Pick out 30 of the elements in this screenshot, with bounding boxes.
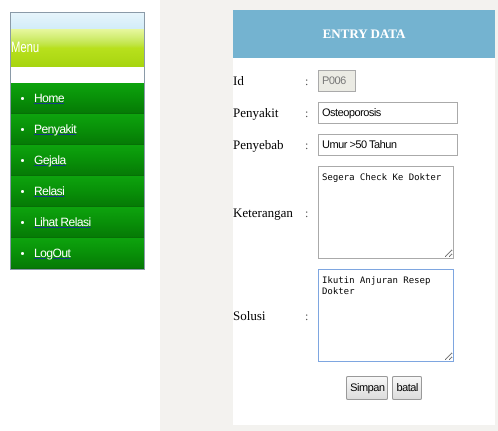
colon-separator: : [305,204,310,222]
text-area[interactable]: Segera Check Ke Dokter [318,166,454,259]
menu-item[interactable]: Gejala [11,145,144,176]
input-field[interactable]: Osteoporosis [318,102,458,124]
menu-item[interactable]: LogOut [11,238,144,269]
field-label: Solusi [233,306,267,325]
colon-separator: : [305,105,310,122]
bullet-icon [21,190,24,192]
colon-separator: : [305,137,310,154]
field-label: Penyakit [233,104,280,122]
bullet-icon [21,128,24,130]
menu-item[interactable]: Penyakit [11,114,144,145]
colon-separator: : [305,73,310,90]
field-label: Penyebab [233,136,285,154]
bullet-icon [21,96,24,100]
menu-title: Menu [11,38,40,58]
field-label: Keterangan [233,204,294,222]
form-button[interactable]: batal [392,376,422,400]
menu-item[interactable]: Lihat Relasi [11,207,144,238]
form-title: ENTRY DATA [322,25,406,44]
text-area[interactable]: Ikutin Anjuran Resep Dokter [318,269,454,362]
bullet-icon [21,220,24,224]
menu-item[interactable]: Relasi [11,176,144,207]
menu-item[interactable]: Home [11,83,144,114]
input-field[interactable]: Umur >50 Tahun [318,134,458,156]
field-label: Id [233,72,245,90]
form-button[interactable]: Simpan [346,376,388,400]
bullet-icon [21,158,24,162]
bullet-icon [21,252,24,254]
colon-separator: : [305,308,310,324]
